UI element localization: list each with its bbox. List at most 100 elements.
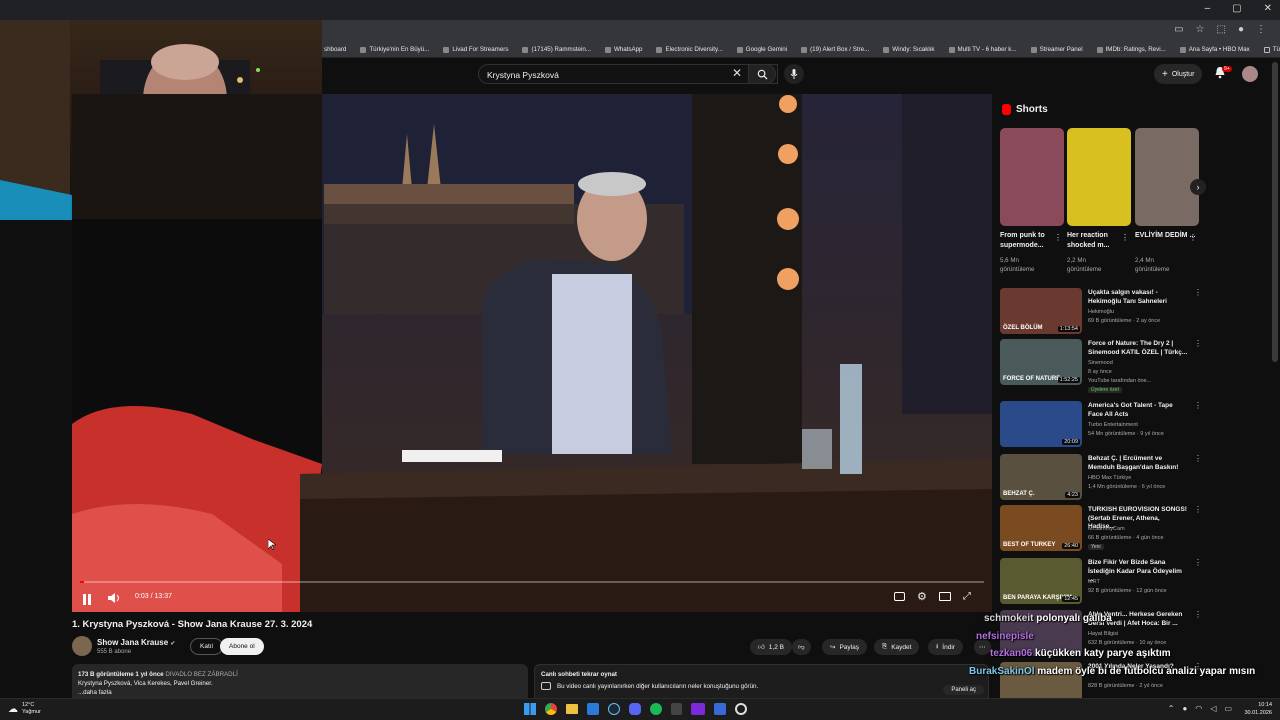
theater-mode-icon[interactable] <box>938 592 951 601</box>
video-more-icon[interactable]: ⋮ <box>1194 339 1202 348</box>
bookmark-item[interactable]: Streamer Panel <box>1030 46 1083 53</box>
video-channel[interactable]: Turbo Entertainment <box>1088 422 1138 428</box>
network-icon[interactable]: ◠ <box>1195 704 1202 713</box>
video-title-link[interactable]: Behzat Ç. | Ercüment ve Memduh Başgan'dan… <box>1088 455 1188 472</box>
account-avatar[interactable] <box>1242 66 1258 82</box>
subscribe-button[interactable]: Abone ol <box>220 638 264 655</box>
short-thumbnail[interactable] <box>1067 128 1131 226</box>
video-thumbnail[interactable]: BEN PARAYA KARŞIYIM 12:45 <box>1000 558 1082 604</box>
file-explorer-icon[interactable] <box>566 704 578 714</box>
like-button[interactable]: 👍︎ 1,2 B <box>750 639 792 655</box>
fullscreen-icon[interactable]: ⤢ <box>963 592 971 602</box>
channel-name[interactable]: Show Jana Krause ✔ <box>97 638 175 647</box>
calculator-icon[interactable] <box>671 703 682 715</box>
bookmark-item[interactable]: shboard <box>324 46 346 53</box>
hashtag[interactable]: DIVADLO BEZ ZÁBRADLÍ <box>165 671 237 678</box>
cast-icon[interactable]: ▭ <box>1174 24 1183 35</box>
video-title-link[interactable]: America's Got Talent - Tape Face All Acts <box>1088 402 1188 419</box>
dislike-button[interactable]: 👎︎ <box>792 639 811 655</box>
video-title-link[interactable]: Bize Fikir Ver Bizde Sana İstediğin Kadar… <box>1088 559 1188 585</box>
video-channel[interactable]: Hayat Bilgisi <box>1088 631 1118 637</box>
menu-icon[interactable]: ⋮ <box>1256 24 1266 35</box>
clock[interactable]: 10:14 30.01.2026 <box>1244 702 1272 717</box>
bookmark-item[interactable]: Ana Sayfa • HBO Max <box>1179 46 1250 53</box>
video-channel[interactable]: Hekimoğlu <box>1088 309 1114 315</box>
close-icon[interactable]: ✕ <box>1264 3 1272 14</box>
voice-search-button[interactable] <box>784 64 804 84</box>
bookmark-item[interactable]: Electronic Diversity... <box>656 46 723 53</box>
bookmark-item[interactable]: Türkiye'nin En Büyü... <box>360 46 429 53</box>
bookmark-item[interactable]: Windy: Sıcaklık <box>883 46 935 53</box>
maximize-icon[interactable]: ▢ <box>1232 3 1241 14</box>
show-more-link[interactable]: ...daha fazla <box>78 688 522 697</box>
video-player[interactable] <box>72 94 992 612</box>
chrome-icon[interactable] <box>545 703 557 715</box>
video-title-link[interactable]: Uçakta salgın vakası! - Hekimoğlu Tanı Sa… <box>1088 289 1188 306</box>
settings-gear-icon[interactable]: ⚙ <box>917 592 927 603</box>
short-thumbnail[interactable] <box>1000 128 1064 226</box>
video-channel[interactable]: MRT <box>1088 579 1100 585</box>
short-more-icon[interactable]: ⋮ <box>1189 233 1197 242</box>
volume-button[interactable] <box>107 591 121 609</box>
discord-icon[interactable] <box>629 703 641 715</box>
pause-button[interactable] <box>82 592 92 610</box>
join-button[interactable]: Katıl <box>190 638 224 655</box>
chevron-up-icon[interactable]: ⌃ <box>1168 704 1175 713</box>
bookmark-item[interactable]: Google Gemini <box>736 46 787 53</box>
video-thumbnail[interactable]: FORCE OF NATURE 1:52:25 <box>1000 339 1082 385</box>
search-button[interactable] <box>748 64 776 84</box>
video-thumbnail[interactable]: ÖZEL BÖLÜM 1:13:54 <box>1000 288 1082 334</box>
page-scrollbar[interactable] <box>1272 62 1278 362</box>
spotify-icon[interactable] <box>650 703 662 715</box>
streaming-app-icon[interactable] <box>691 703 705 715</box>
short-more-icon[interactable]: ⋮ <box>1121 233 1129 242</box>
speaker-icon[interactable]: ◁ <box>1210 704 1216 713</box>
subtitles-icon[interactable] <box>894 592 905 601</box>
bookmark-item[interactable]: IMDb: Ratings, Revi... <box>1096 46 1166 53</box>
open-panel-button[interactable]: Paneli aç <box>943 685 984 695</box>
bookmark-item[interactable]: Tüm Yer İşaretleri <box>1263 46 1280 53</box>
short-more-icon[interactable]: ⋮ <box>1054 233 1062 242</box>
windows-start-icon[interactable] <box>524 703 536 715</box>
save-button[interactable]: ⎘ Kaydet <box>874 639 920 655</box>
bookmark-item[interactable]: (17145) Rammstein... <box>522 46 591 53</box>
video-more-icon[interactable]: ⋮ <box>1194 401 1202 410</box>
video-more-icon[interactable]: ⋮ <box>1194 288 1202 297</box>
steam-icon[interactable] <box>608 703 620 715</box>
video-thumbnail[interactable]: 20:09 <box>1000 401 1082 447</box>
extensions-icon[interactable]: ⬚ <box>1217 24 1226 35</box>
profile-icon[interactable]: ● <box>1238 24 1244 35</box>
obs-icon[interactable] <box>714 703 726 715</box>
share-button[interactable]: ↪ Paylaş <box>822 639 867 655</box>
short-title[interactable]: Her reaction shocked m... <box>1067 231 1129 251</box>
store-icon[interactable] <box>587 703 599 715</box>
video-title-link[interactable]: Force of Nature: The Dry 2 | Sinemood KAT… <box>1088 340 1188 357</box>
bookmark-item[interactable]: Multi TV - 6 haber k... <box>948 46 1017 53</box>
mic-tray-icon[interactable]: ● <box>1182 704 1187 713</box>
minimize-icon[interactable]: – <box>1205 3 1211 14</box>
clear-search-icon[interactable]: ✕ <box>732 66 742 80</box>
video-more-icon[interactable]: ⋮ <box>1194 505 1202 514</box>
video-more-icon[interactable]: ⋮ <box>1194 558 1202 567</box>
recording-app-icon[interactable] <box>735 703 747 715</box>
create-button[interactable]: + Oluştur <box>1154 64 1203 84</box>
short-thumbnail[interactable] <box>1135 128 1199 226</box>
channel-avatar[interactable] <box>72 636 92 656</box>
short-title[interactable]: EVLİYİM DEDİM ... <box>1135 231 1197 241</box>
shorts-next-button[interactable]: › <box>1190 179 1206 195</box>
bookmark-item[interactable]: Livad For Streamers <box>443 46 508 53</box>
video-thumbnail[interactable]: BEST OF TURKEY 26:40 <box>1000 505 1082 551</box>
star-icon[interactable]: ☆ <box>1196 24 1205 35</box>
short-title[interactable]: From punk to supermode... <box>1000 231 1062 251</box>
battery-icon[interactable]: ▭ <box>1224 704 1232 713</box>
bookmark-item[interactable]: WhatsApp <box>604 46 642 53</box>
progress-bar[interactable] <box>80 581 984 583</box>
video-more-icon[interactable]: ⋮ <box>1194 610 1202 619</box>
weather-widget[interactable]: ☁ 12°C Yağmur <box>8 702 41 716</box>
bookmark-item[interactable]: (19) Alert Box / Stre... <box>801 46 869 53</box>
video-thumbnail[interactable]: BEHZAT Ç. 4:23 <box>1000 454 1082 500</box>
video-channel[interactable]: HBO Max Türkiye <box>1088 475 1131 481</box>
video-more-icon[interactable]: ⋮ <box>1194 454 1202 463</box>
video-channel[interactable]: Sinemood <box>1088 360 1113 366</box>
download-button[interactable]: ⭳ İndir <box>928 639 963 655</box>
